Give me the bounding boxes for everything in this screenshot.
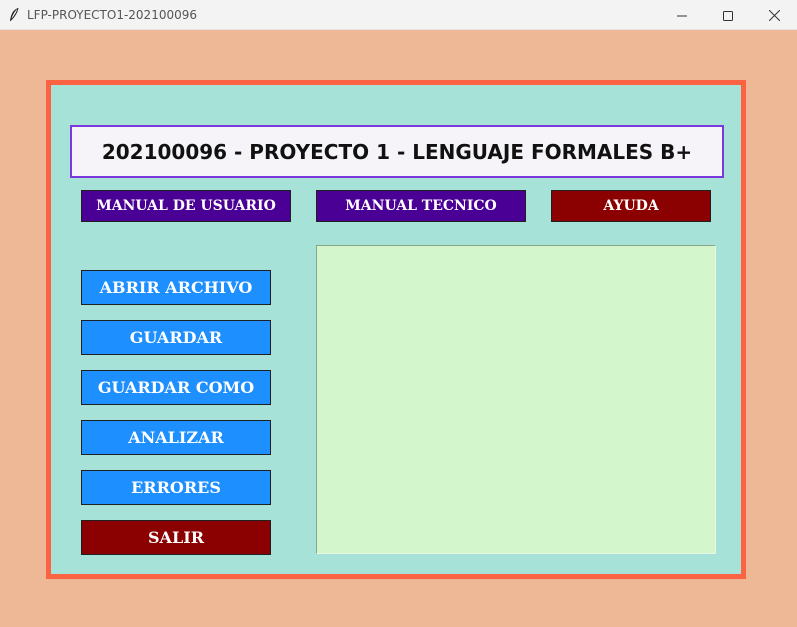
feather-icon <box>8 7 20 23</box>
minimize-icon <box>677 6 687 25</box>
abrir-archivo-button[interactable]: ABRIR ARCHIVO <box>81 270 271 305</box>
close-icon <box>768 6 780 25</box>
guardar-como-button[interactable]: GUARDAR COMO <box>81 370 271 405</box>
analizar-button[interactable]: ANALIZAR <box>81 420 271 455</box>
maximize-button[interactable] <box>705 0 751 30</box>
page-title: 202100096 - PROYECTO 1 - LENGUAJE FORMAL… <box>70 125 724 178</box>
ayuda-button[interactable]: AYUDA <box>551 190 711 222</box>
manual-tecnico-button[interactable]: MANUAL TECNICO <box>316 190 526 222</box>
minimize-button[interactable] <box>659 0 705 30</box>
title-bar: LFP-PROYECTO1-202100096 <box>0 0 797 30</box>
manual-usuario-button[interactable]: MANUAL DE USUARIO <box>81 190 291 222</box>
maximize-icon <box>723 6 733 25</box>
close-button[interactable] <box>751 0 797 30</box>
guardar-button[interactable]: GUARDAR <box>81 320 271 355</box>
editor-text-area[interactable] <box>316 245 716 554</box>
errores-button[interactable]: ERRORES <box>81 470 271 505</box>
window-title: LFP-PROYECTO1-202100096 <box>27 8 197 22</box>
salir-button[interactable]: SALIR <box>81 520 271 555</box>
